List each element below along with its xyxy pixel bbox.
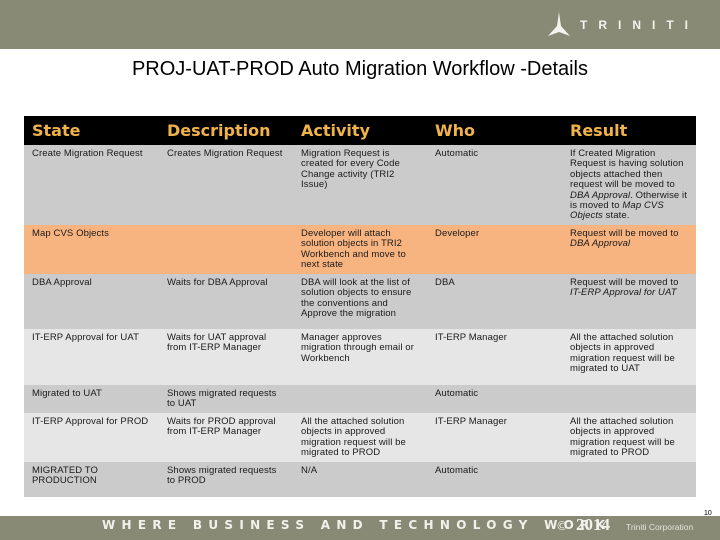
cell-description: Waits for DBA Approval <box>159 274 293 329</box>
table-header-row: State Description Activity Who Result <box>24 116 696 145</box>
logo-text: TRINITI <box>580 18 699 32</box>
column-header-activity: Activity <box>293 116 427 145</box>
table-row: IT-ERP Approval for PROD Waits for PROD a… <box>24 413 696 462</box>
result-state-reference: DBA Approval <box>570 238 631 250</box>
cell-state: DBA Approval <box>24 274 159 329</box>
cell-who: Developer <box>427 225 562 274</box>
triniti-peak-icon <box>548 12 570 36</box>
result-text: Request will be moved to <box>570 277 679 288</box>
cell-who: IT-ERP Manager <box>427 413 562 462</box>
cell-state: IT-ERP Approval for UAT <box>24 329 159 385</box>
column-header-who: Who <box>427 116 562 145</box>
table-row: DBA Approval Waits for DBA Approval DBA wi… <box>24 274 696 329</box>
result-text: All the attached solution objects in app… <box>570 416 675 459</box>
footer-year: 2014 <box>576 515 610 534</box>
result-text: If Created Migration Request is having s… <box>570 148 684 191</box>
cell-who: Automatic <box>427 385 562 413</box>
cell-activity: Manager approves migration through email… <box>293 329 427 385</box>
cell-activity: DBA will look at the list of solution ob… <box>293 274 427 329</box>
cell-description: Creates Migration Request <box>159 145 293 225</box>
result-state-reference: DBA Approval <box>570 189 631 201</box>
table-row: IT-ERP Approval for UAT Waits for UAT app… <box>24 329 696 385</box>
cell-state: Map CVS Objects <box>24 225 159 274</box>
cell-description: Waits for UAT approval from IT-ERP Manag… <box>159 329 293 385</box>
result-text: Request will be moved to <box>570 228 679 239</box>
workflow-table: State Description Activity Who Result Cr… <box>24 116 696 497</box>
column-header-description: Description <box>159 116 293 145</box>
cell-result: All the attached solution objects in app… <box>562 413 696 462</box>
cell-activity: N/A <box>293 462 427 497</box>
cell-who: Automatic <box>427 145 562 225</box>
cell-result: Request will be moved to DBA Approval <box>562 225 696 274</box>
result-state-reference: IT-ERP Approval for UAT <box>570 287 677 299</box>
page-number: 10 <box>704 510 712 517</box>
triniti-logo: TRINITI <box>548 10 699 40</box>
cell-description: Shows migrated requests to PROD <box>159 462 293 497</box>
column-header-state: State <box>24 116 159 145</box>
cell-result <box>562 462 696 497</box>
copyright-icon: © <box>556 519 568 533</box>
cell-state: MIGRATED TO PRODUCTION <box>24 462 159 497</box>
result-text: All the attached solution objects in app… <box>570 332 675 375</box>
cell-description: Shows migrated requests to UAT <box>159 385 293 413</box>
cell-activity: All the attached solution objects in app… <box>293 413 427 462</box>
column-header-result: Result <box>562 116 696 145</box>
result-text: state. <box>602 210 630 222</box>
cell-who: IT-ERP Manager <box>427 329 562 385</box>
footer-company: Triniti Corporation <box>626 522 694 532</box>
cell-state: IT-ERP Approval for PROD <box>24 413 159 462</box>
cell-activity: Developer will attach solution objects i… <box>293 225 427 274</box>
page-title: PROJ-UAT-PROD Auto Migration Workflow -D… <box>131 58 589 80</box>
cell-result: If Created Migration Request is having s… <box>562 145 696 225</box>
table-row: Create Migration Request Creates Migratio… <box>24 145 696 225</box>
footer-slogan: WHERE BUSINESS AND TECHNOLOGY WORK <box>102 518 612 532</box>
cell-result: Request will be moved to IT-ERP Approval… <box>562 274 696 329</box>
table-row: Migrated to UAT Shows migrated requests t… <box>24 385 696 413</box>
cell-result <box>562 385 696 413</box>
cell-activity <box>293 385 427 413</box>
cell-who: Automatic <box>427 462 562 497</box>
cell-who: DBA <box>427 274 562 329</box>
cell-state: Migrated to UAT <box>24 385 159 413</box>
table-row: Map CVS Objects Developer will attach sol… <box>24 225 696 274</box>
cell-state: Create Migration Request <box>24 145 159 225</box>
table-row: MIGRATED TO PRODUCTION Shows migrated req… <box>24 462 696 497</box>
cell-activity: Migration Request is created for every C… <box>293 145 427 225</box>
cell-description: Waits for PROD approval from IT-ERP Mana… <box>159 413 293 462</box>
cell-result: All the attached solution objects in app… <box>562 329 696 385</box>
cell-description <box>159 225 293 274</box>
